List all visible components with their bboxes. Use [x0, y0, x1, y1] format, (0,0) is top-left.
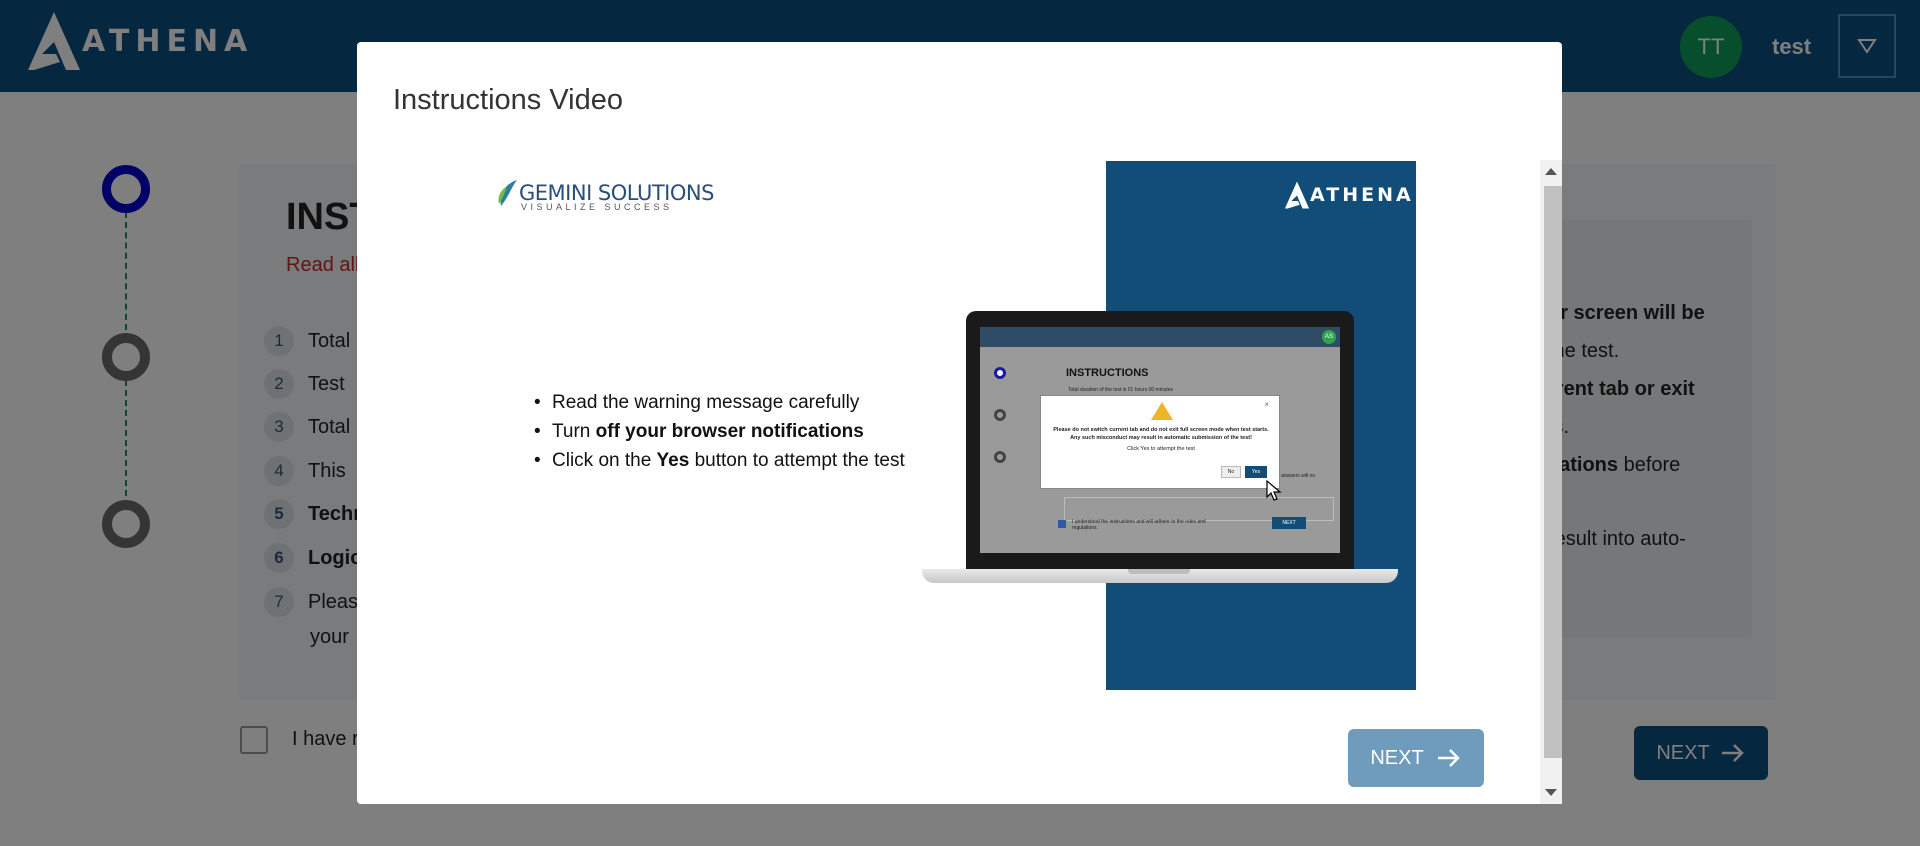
leaf-icon — [498, 180, 517, 206]
modal-next-label: NEXT — [1370, 746, 1424, 769]
sponsor-tagline: VISUALIZE SUCCESS — [521, 202, 673, 212]
bullet-text: Read the warning message carefully — [552, 392, 860, 413]
scroll-up-icon[interactable] — [1545, 168, 1557, 175]
bullet-text: Turn — [552, 421, 596, 442]
video-bullet-list: Read the warning message carefully Turn … — [532, 392, 905, 479]
bullet-bold: off your browser notifications — [595, 421, 864, 442]
laptop-screen: AS INSTRUCTIONS Total duration of the te… — [980, 327, 1340, 553]
mini-avatar: AS — [1322, 330, 1336, 344]
scroll-thumb[interactable] — [1544, 186, 1562, 758]
athena-logo-icon — [1284, 181, 1310, 209]
modal-title: Instructions Video — [393, 84, 623, 116]
mini-subtitle: Total duration of the test is 01 hours 0… — [1068, 387, 1174, 393]
mini-no-button: No — [1221, 466, 1241, 478]
mini-checkbox — [1058, 520, 1066, 528]
mini-next-button: NEXT — [1272, 517, 1306, 529]
mini-warning-text: Please do not switch current tab and do … — [1053, 427, 1269, 441]
athena-video-logo: ATHENA — [1284, 178, 1414, 212]
bullet-bold: Yes — [656, 450, 690, 471]
bullet-text: Click on the — [552, 450, 657, 471]
bullet-item: Click on the Yes button to attempt the t… — [532, 450, 905, 472]
gemini-solutions-logo: GEMINI SOLUTIONS VISUALIZE SUCCESS — [497, 178, 714, 212]
mini-step-indicator — [994, 409, 1006, 421]
mini-yes-button: Yes — [1245, 466, 1267, 478]
mini-step-indicator — [994, 451, 1006, 463]
mouse-cursor-icon — [1266, 480, 1282, 501]
bullet-item: Read the warning message carefully — [532, 392, 905, 414]
mini-warning-subtext: Click Yes to attempt the test — [1127, 446, 1195, 452]
bullet-text: button to attempt the test — [689, 450, 905, 471]
mini-navbar: AS — [980, 327, 1340, 347]
arrow-right-icon — [1437, 749, 1460, 767]
modal-scrollbar[interactable] — [1540, 160, 1562, 804]
mini-step-indicator — [994, 367, 1006, 379]
warning-icon — [1151, 402, 1173, 420]
brand-name: ATHENA — [1310, 184, 1414, 206]
mini-checkbox-label: I understood the instructions and will a… — [1072, 519, 1206, 531]
scroll-down-icon[interactable] — [1545, 789, 1557, 796]
close-icon: × — [1264, 400, 1269, 409]
bullet-item: Turn off your browser notifications — [532, 421, 905, 443]
laptop-notch — [1128, 569, 1190, 574]
modal-next-button[interactable]: NEXT — [1348, 729, 1484, 787]
mini-warning-dialog: × Please do not switch current tab and d… — [1040, 395, 1280, 489]
mini-title: INSTRUCTIONS — [1066, 367, 1149, 379]
